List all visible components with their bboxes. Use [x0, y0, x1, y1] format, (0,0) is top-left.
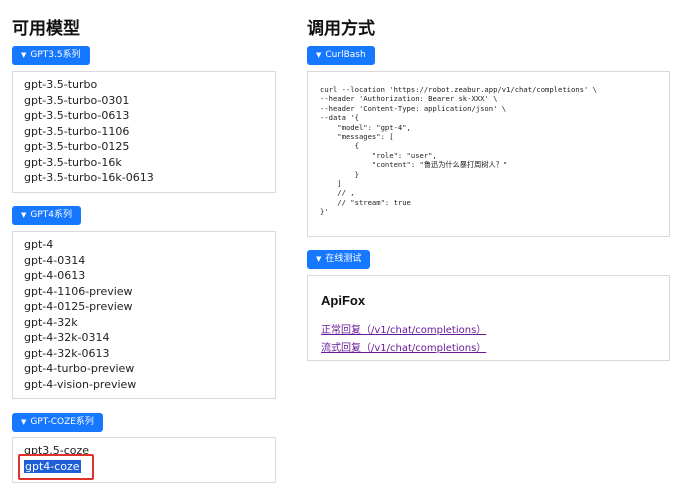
- model-item[interactable]: gpt-4-32k-0613: [24, 346, 275, 362]
- stream-reply-link[interactable]: 流式回复（/v1/chat/completions）: [321, 339, 486, 354]
- curlbash-button[interactable]: ▼ CurlBash: [307, 46, 375, 65]
- model-item[interactable]: gpt-3.5-turbo: [24, 77, 275, 93]
- model-item[interactable]: gpt-4-32k-0314: [24, 330, 275, 346]
- model-item[interactable]: gpt-3.5-turbo-16k-0613: [24, 170, 275, 186]
- apifox-box: ApiFox 正常回复（/v1/chat/completions） 流式回复（/…: [307, 275, 670, 361]
- model-item[interactable]: gpt-3.5-turbo-16k: [24, 155, 275, 171]
- gpt35-model-list-box: gpt-3.5-turbo gpt-3.5-turbo-0301 gpt-3.5…: [12, 71, 276, 193]
- model-item[interactable]: gpt-4-0125-preview: [24, 299, 275, 315]
- caret-down-icon: ▼: [21, 51, 27, 59]
- gpt35-series-label: GPT3.5系列: [30, 50, 81, 60]
- curl-code-box: curl --location 'https://robot.zeabur.ap…: [307, 71, 670, 237]
- gpt35-series-button[interactable]: ▼ GPT3.5系列: [12, 46, 90, 65]
- model-item[interactable]: gpt-4-0314: [24, 253, 275, 269]
- model-item[interactable]: gpt-4-1106-preview: [24, 284, 275, 300]
- caret-down-icon: ▼: [21, 418, 27, 426]
- gpt35-model-list: gpt-3.5-turbo gpt-3.5-turbo-0301 gpt-3.5…: [13, 72, 275, 186]
- models-heading: 可用模型: [12, 19, 80, 39]
- caret-down-icon: ▼: [316, 51, 322, 59]
- model-item[interactable]: gpt-4-0613: [24, 268, 275, 284]
- caret-down-icon: ▼: [21, 211, 27, 219]
- usage-heading: 调用方式: [307, 19, 375, 39]
- apifox-title: ApiFox: [321, 293, 366, 308]
- model-item[interactable]: gpt-4-vision-preview: [24, 377, 275, 393]
- gpt4-model-list: gpt-4 gpt-4-0314 gpt-4-0613 gpt-4-1106-p…: [13, 232, 275, 392]
- gpt4-series-button[interactable]: ▼ GPT4系列: [12, 206, 82, 225]
- gpt-coze-series-button[interactable]: ▼ GPT-COZE系列: [12, 413, 103, 432]
- model-item[interactable]: gpt-3.5-turbo-0301: [24, 93, 275, 109]
- model-item[interactable]: gpt-3.5-turbo-0613: [24, 108, 275, 124]
- gpt-coze-series-label: GPT-COZE系列: [30, 417, 94, 427]
- online-test-button[interactable]: ▼ 在线测试: [307, 250, 371, 269]
- curlbash-label: CurlBash: [325, 50, 366, 60]
- model-item[interactable]: gpt-4-32k: [24, 315, 275, 331]
- model-item[interactable]: gpt-4-turbo-preview: [24, 361, 275, 377]
- gpt4-series-label: GPT4系列: [30, 210, 73, 220]
- annotation-highlight-box: [18, 454, 94, 480]
- model-item[interactable]: gpt-3.5-turbo-0125: [24, 139, 275, 155]
- model-item[interactable]: gpt-3.5-turbo-1106: [24, 124, 275, 140]
- gpt4-model-list-box: gpt-4 gpt-4-0314 gpt-4-0613 gpt-4-1106-p…: [12, 231, 276, 399]
- caret-down-icon: ▼: [316, 255, 322, 263]
- online-test-label: 在线测试: [325, 254, 362, 264]
- curl-code-block: curl --location 'https://robot.zeabur.ap…: [320, 85, 597, 217]
- model-item[interactable]: gpt-4: [24, 237, 275, 253]
- normal-reply-link[interactable]: 正常回复（/v1/chat/completions）: [321, 321, 486, 336]
